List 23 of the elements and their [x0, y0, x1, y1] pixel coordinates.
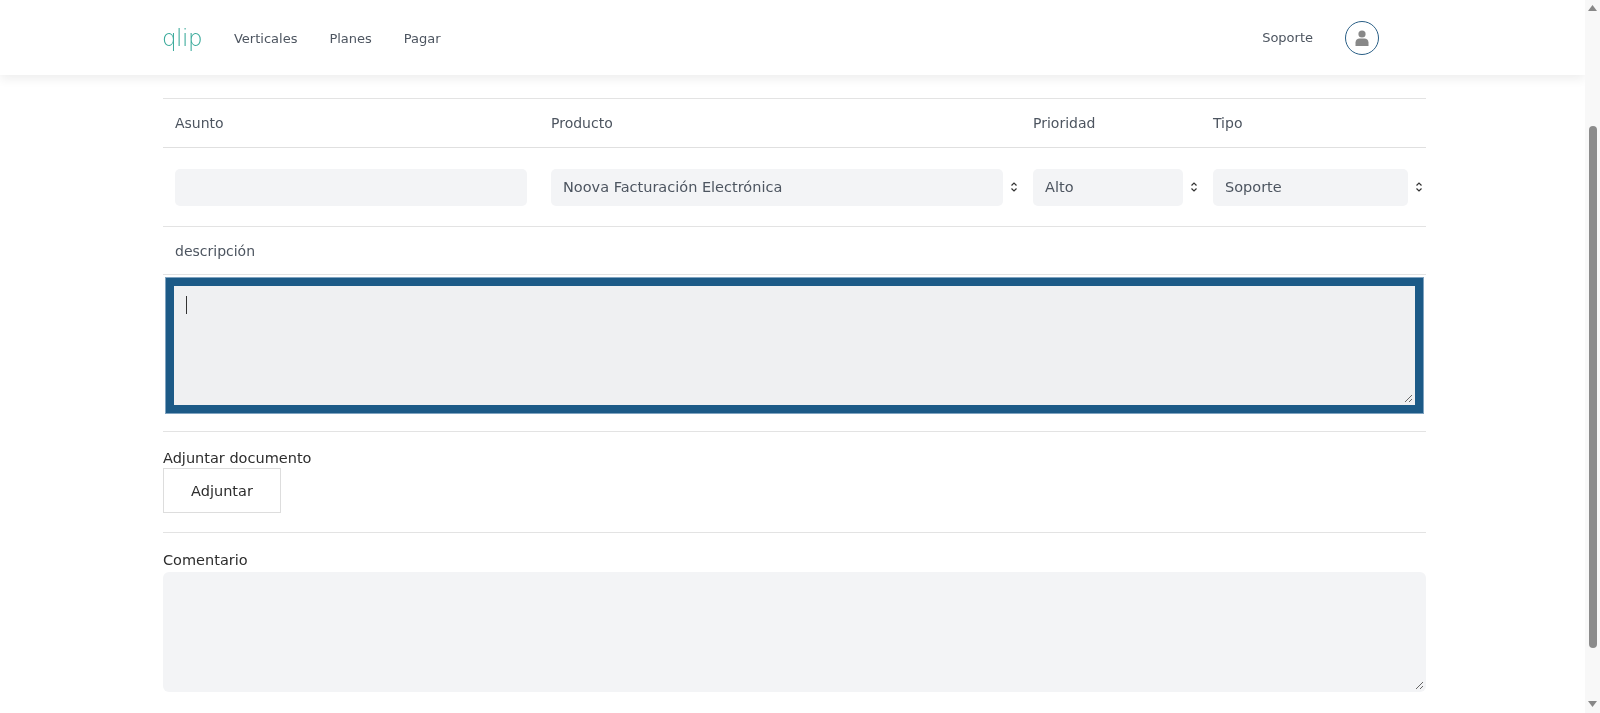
comment-field[interactable]	[163, 572, 1426, 692]
column-header: Asunto	[163, 98, 539, 148]
nav-link[interactable]: Planes	[329, 31, 372, 46]
scroll-up-icon[interactable]	[1588, 5, 1597, 11]
description-field[interactable]	[166, 278, 1423, 413]
select-field[interactable]: Alto	[1033, 168, 1183, 206]
description-label: descripción	[163, 227, 1426, 275]
select-field[interactable]: Noova Facturación Electrónica	[551, 168, 1003, 206]
column-header: Producto	[539, 98, 1021, 148]
column-header: Tipo	[1201, 98, 1426, 148]
user-icon	[1355, 29, 1369, 46]
nav-link[interactable]: Pagar	[403, 31, 441, 46]
comment-label: Comentario	[163, 552, 249, 568]
resize-grip-icon	[1415, 681, 1424, 690]
scroll-down-icon[interactable]	[1588, 701, 1597, 707]
column-header: Prioridad	[1021, 98, 1201, 148]
support-link[interactable]: Soporte	[1262, 30, 1313, 45]
select-field[interactable]: Soporte	[1213, 168, 1408, 206]
attachment-label: Adjuntar documento	[163, 450, 313, 466]
nav-link[interactable]: Verticales	[234, 31, 298, 46]
resize-grip-icon	[1404, 394, 1413, 403]
attach-button[interactable]: Adjuntar	[163, 468, 281, 513]
scrollbar-thumb[interactable]	[1589, 126, 1597, 648]
